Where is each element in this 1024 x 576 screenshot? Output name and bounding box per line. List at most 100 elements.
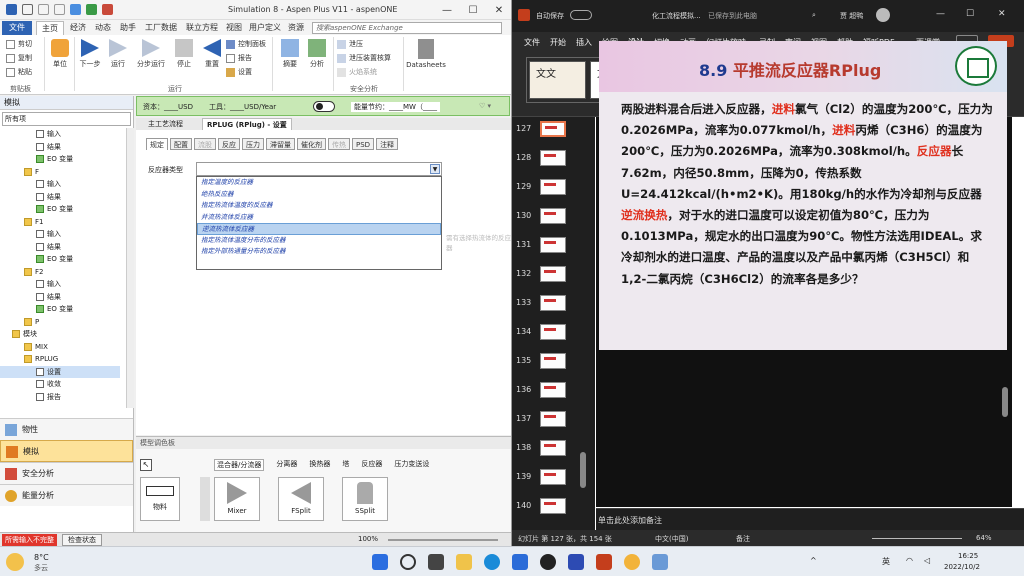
slide-thumbnail[interactable]: 128 — [512, 148, 595, 170]
close-icon[interactable]: ✕ — [998, 9, 1006, 19]
tab-main-flowsheet[interactable]: 主工艺流程 — [144, 118, 187, 130]
reactor-type-option[interactable]: 指定外部热通量分布的反应器 — [197, 246, 441, 258]
weather-desc[interactable]: 多云 — [34, 563, 48, 573]
next-icon[interactable] — [70, 4, 81, 15]
weather-icon[interactable] — [6, 553, 24, 571]
tab-view[interactable]: 视图 — [222, 21, 246, 35]
nav-properties-button[interactable]: 物性 — [0, 418, 133, 440]
tab-economics[interactable]: 经济 — [66, 21, 90, 35]
activation-toggle[interactable] — [313, 101, 335, 112]
palette-tab-mixers[interactable]: 混合器/分流器 — [214, 459, 265, 471]
tray-chevron-icon[interactable]: ^ — [810, 556, 817, 565]
nav-energy-button[interactable]: 能量分析 — [0, 484, 133, 506]
settings-button[interactable]: 设置 — [226, 67, 252, 77]
slide-thumbnail[interactable]: 127 — [512, 119, 595, 141]
slide-thumbnail[interactable]: 135 — [512, 351, 595, 373]
tab-streams[interactable]: 流股 — [194, 138, 216, 150]
reactor-type-option[interactable]: 指定温度的反应器 — [197, 177, 441, 189]
nav-tree-item[interactable]: F — [0, 166, 120, 179]
report-button[interactable]: 报告 — [226, 53, 252, 63]
chrome-icon[interactable] — [624, 554, 640, 570]
reactor-type-option[interactable]: 绝热反应器 — [197, 189, 441, 201]
close-icon[interactable]: ✕ — [486, 0, 511, 20]
aspen-taskbar-icon[interactable] — [652, 554, 668, 570]
nav-tree-item[interactable]: 结果 — [0, 241, 120, 254]
language[interactable]: 中文(中国) — [655, 534, 688, 544]
slide-thumbnail[interactable]: 140 — [512, 496, 595, 518]
nav-tree-item[interactable]: 输入 — [0, 178, 120, 191]
next-button[interactable]: 下一步 — [78, 39, 102, 69]
zoom-level[interactable]: 64% — [976, 534, 992, 542]
tab-holdup[interactable]: 滞留量 — [266, 138, 295, 150]
reactor-type-option[interactable]: 指定热流体温度的反应器 — [197, 200, 441, 212]
start-icon[interactable] — [372, 554, 388, 570]
nav-tree-item[interactable]: EO 变量 — [0, 153, 120, 166]
flare-system-button[interactable]: 火焰系统 — [337, 67, 377, 77]
datasheets-button[interactable]: Datasheets — [406, 39, 446, 69]
edge-icon[interactable] — [484, 554, 500, 570]
tab-dynamics[interactable]: 动态 — [91, 21, 115, 35]
palette-tab-separators[interactable]: 分离器 — [276, 459, 297, 471]
thumbnail-scrollbar[interactable] — [580, 452, 586, 488]
palette-scroll-left[interactable] — [200, 477, 210, 521]
nav-safety-button[interactable]: 安全分析 — [0, 462, 133, 484]
nav-tree-item[interactable]: 设置 — [0, 365, 120, 378]
tab-home[interactable]: 主页 — [36, 21, 64, 35]
copy-button[interactable]: 复制 — [6, 53, 32, 63]
nav-scrollbar[interactable] — [126, 128, 134, 408]
nav-tree-item[interactable]: 结果 — [0, 291, 120, 304]
tab-customize[interactable]: 用户定义 — [247, 21, 283, 35]
ssplit-block[interactable]: SSplit — [342, 477, 388, 521]
notes-placeholder[interactable]: 单击此处添加备注 — [598, 515, 662, 526]
slide-thumbnail[interactable]: 134 — [512, 322, 595, 344]
powerpoint-taskbar-icon[interactable] — [596, 554, 612, 570]
nav-tree-item[interactable]: EO 变量 — [0, 203, 120, 216]
minimize-icon[interactable]: — — [434, 0, 460, 20]
nav-tree-item[interactable]: 结果 — [0, 191, 120, 204]
nav-tree-item[interactable]: 结果 — [0, 141, 120, 154]
tab-rplug-setup[interactable]: RPLUG (RPlug) - 设置 — [202, 118, 292, 130]
summary-button[interactable]: 摘要 — [278, 39, 302, 69]
tab-assistant[interactable]: 助手 — [116, 21, 140, 35]
avatar[interactable] — [876, 8, 890, 22]
nav-tree-item[interactable]: EO 变量 — [0, 303, 120, 316]
autosave-toggle[interactable] — [570, 10, 592, 20]
palette-tab-reactors[interactable]: 反应器 — [361, 459, 382, 471]
volume-icon[interactable]: ◁ — [924, 556, 930, 565]
nav-tree-item[interactable]: F2 — [0, 266, 120, 279]
run-button[interactable]: 运行 — [106, 39, 130, 69]
theme-1[interactable]: 文文 — [529, 61, 586, 99]
notes-button[interactable]: 备注 — [736, 534, 750, 544]
ppt-menu-item[interactable]: 开始 — [550, 37, 566, 48]
tab-pressure[interactable]: 压力 — [242, 138, 264, 150]
nav-tree-item[interactable]: 收敛 — [0, 378, 120, 391]
slide-thumbnail[interactable]: 132 — [512, 264, 595, 286]
fsplit-block[interactable]: FSplit — [278, 477, 324, 521]
slide-thumbnail[interactable]: 137 — [512, 409, 595, 431]
search-button[interactable]: ⌕ — [812, 11, 816, 20]
nav-tree-item[interactable]: 输入 — [0, 278, 120, 291]
clock-time[interactable]: 16:25 — [958, 552, 978, 560]
tab-heat-transfer[interactable]: 传热 — [328, 138, 350, 150]
tab-equation-oriented[interactable]: 联立方程 — [182, 21, 222, 35]
tab-plant-data[interactable]: 工厂数据 — [141, 21, 181, 35]
reset-button[interactable]: 重置 — [200, 39, 224, 69]
file-explorer-icon[interactable] — [456, 554, 472, 570]
pin-icon[interactable]: ♡ ▾ — [479, 102, 491, 110]
palette-tab-exchangers[interactable]: 换热器 — [309, 459, 330, 471]
cut-button[interactable]: 剪切 — [6, 39, 32, 49]
relief-device-rating-button[interactable]: 泄压装置核算 — [337, 53, 391, 63]
nav-tree-item[interactable]: 报告 — [0, 391, 120, 404]
network-icon[interactable]: ◠ — [906, 556, 913, 565]
nav-tree-item[interactable]: MIX — [0, 341, 120, 354]
slide-thumbnail[interactable]: 133 — [512, 293, 595, 315]
save-icon[interactable] — [22, 4, 33, 15]
tab-psd[interactable]: PSD — [352, 138, 375, 150]
editor-scrollbar[interactable] — [1002, 387, 1008, 417]
control-panel-button[interactable]: 控制面板 — [226, 39, 266, 49]
step-run-button[interactable]: 分步运行 — [134, 39, 168, 69]
palette-tab-columns[interactable]: 塔 — [342, 459, 349, 471]
search-icon[interactable] — [400, 554, 416, 570]
notes-pane[interactable]: 单击此处添加备注 — [596, 508, 1024, 530]
maximize-icon[interactable]: ☐ — [460, 0, 486, 20]
